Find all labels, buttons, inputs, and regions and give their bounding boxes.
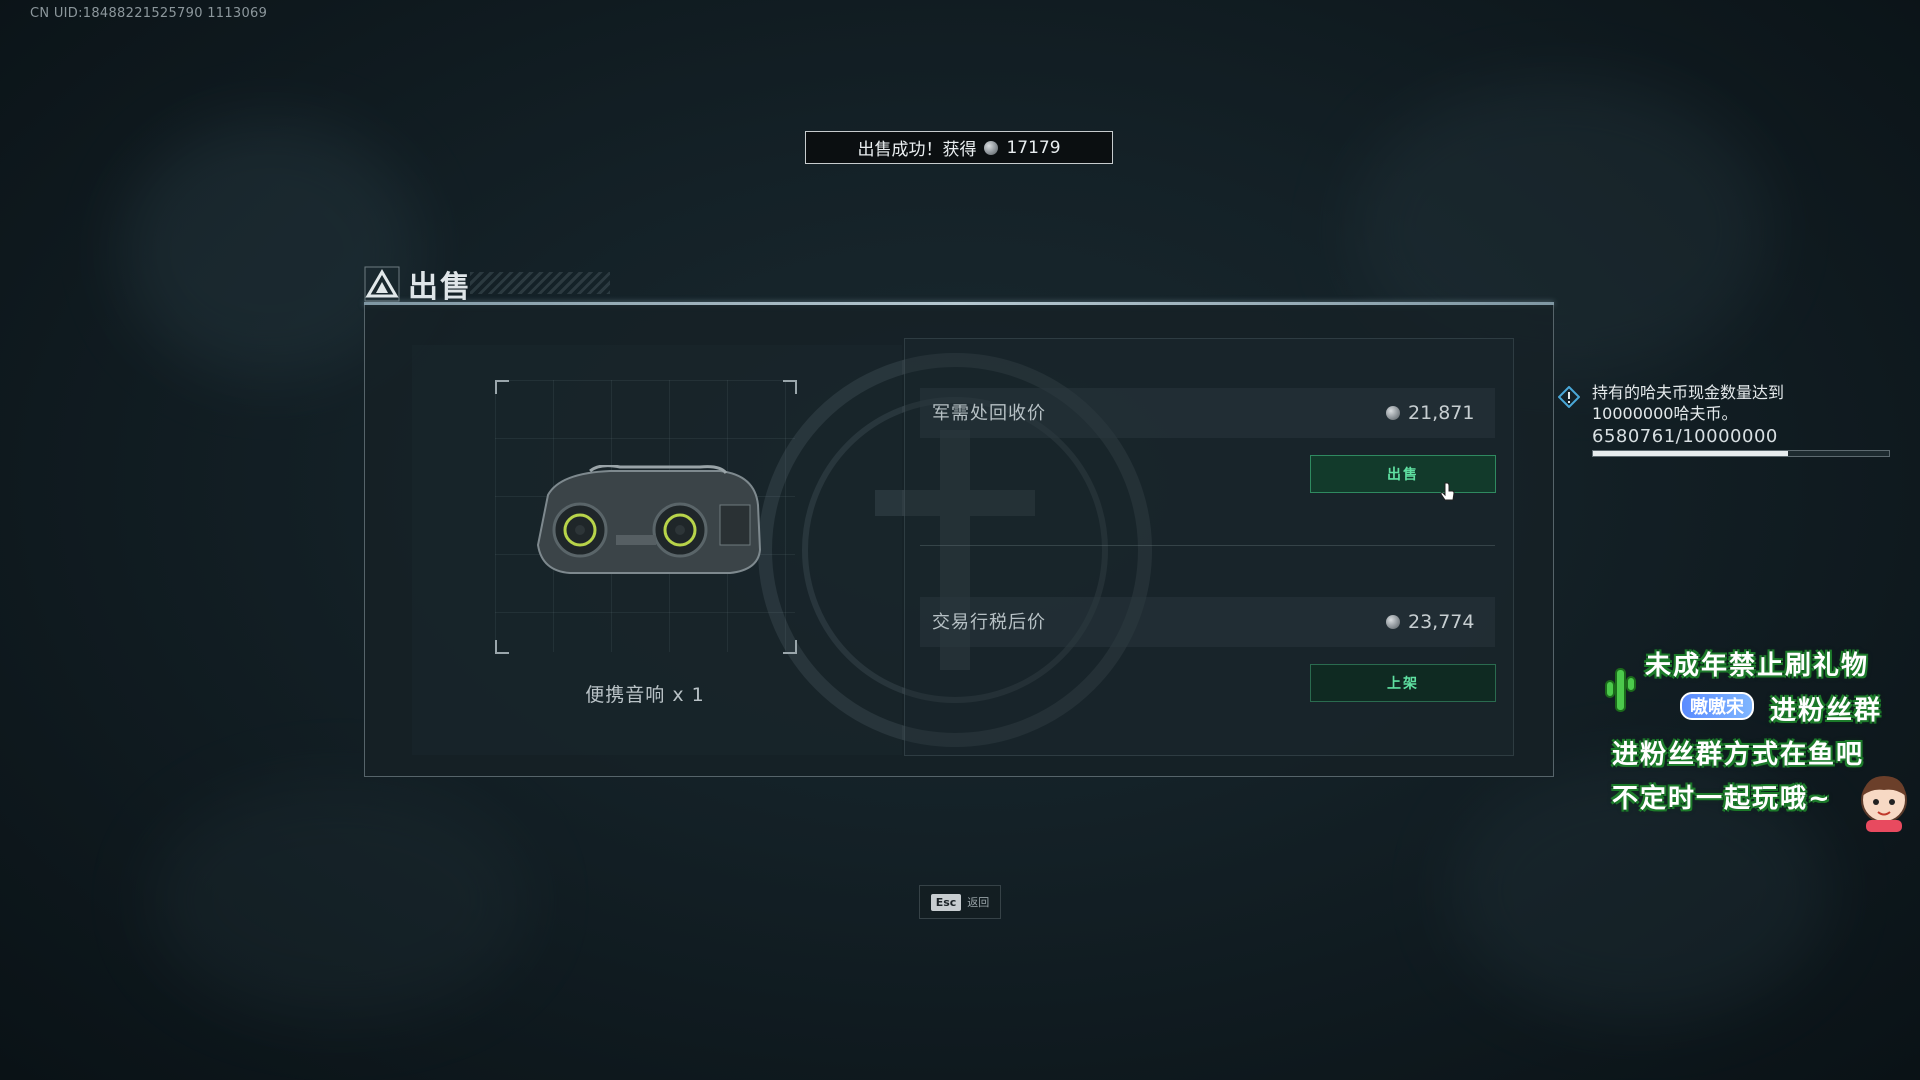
panel-title: 出售 — [408, 270, 472, 305]
overlay-line-1: 未成年禁止刷礼物 — [1645, 651, 1870, 681]
quest-progress-fill — [1593, 451, 1788, 456]
coin-icon — [1386, 615, 1400, 629]
chibi-character-sticker-icon — [1861, 776, 1907, 832]
sell-button[interactable]: 出售 — [1310, 455, 1496, 493]
sale-success-toast: 出售成功！获得 17179 — [805, 131, 1113, 164]
fan-badge: 嗷嗷宋 — [1680, 692, 1754, 720]
recycle-price-value: 21,871 — [1386, 402, 1474, 424]
panel-header: 出售 — [364, 262, 472, 306]
quest-progress-bar — [1592, 450, 1890, 457]
frame-corner — [783, 640, 797, 654]
portable-speaker-image — [536, 465, 762, 574]
frame-corner — [783, 380, 797, 394]
toast-amount: 17179 — [1006, 137, 1061, 158]
back-hint[interactable]: Esc 返回 — [919, 885, 1001, 919]
overlay-line-4: 不定时一起玩哦~ — [1612, 784, 1832, 814]
cactus-sticker-icon — [1605, 668, 1636, 712]
section-divider — [920, 545, 1495, 546]
recycle-price-label: 军需处回收价 — [932, 403, 1046, 424]
back-label: 返回 — [967, 896, 990, 909]
mouse-cursor-icon — [1440, 482, 1455, 501]
market-price-label: 交易行税后价 — [932, 612, 1046, 633]
quest-description: 持有的哈夫币现金数量达到 10000000哈夫币。 — [1592, 382, 1784, 424]
quest-progress-text: 6580761/10000000 — [1592, 426, 1778, 447]
frame-corner — [495, 640, 509, 654]
title-decoration — [470, 272, 610, 294]
frame-corner — [495, 380, 509, 394]
coin-icon — [984, 140, 999, 155]
quest-alert-icon — [1558, 386, 1580, 408]
overlay-line-2: 进粉丝群 — [1770, 696, 1883, 726]
toast-text: 出售成功！获得 — [857, 140, 977, 160]
market-price-value: 23,774 — [1386, 611, 1474, 633]
warning-triangle-icon — [364, 266, 400, 302]
coin-icon — [1386, 406, 1400, 420]
recycle-price-amount: 21,871 — [1408, 402, 1475, 424]
quest-line-1: 持有的哈夫币现金数量达到 — [1592, 383, 1785, 402]
player-uid: CN UID:18488221525790 1113069 — [30, 6, 268, 21]
overlay-line-3: 进粉丝群方式在鱼吧 — [1612, 740, 1865, 770]
esc-key: Esc — [930, 893, 962, 911]
background-blob — [150, 780, 530, 1020]
list-on-market-button[interactable]: 上架 — [1310, 664, 1496, 702]
quest-line-2: 10000000哈夫币。 — [1592, 404, 1738, 423]
item-name-label: 便携音响 x 1 — [585, 684, 705, 706]
market-price-amount: 23,774 — [1408, 611, 1475, 633]
